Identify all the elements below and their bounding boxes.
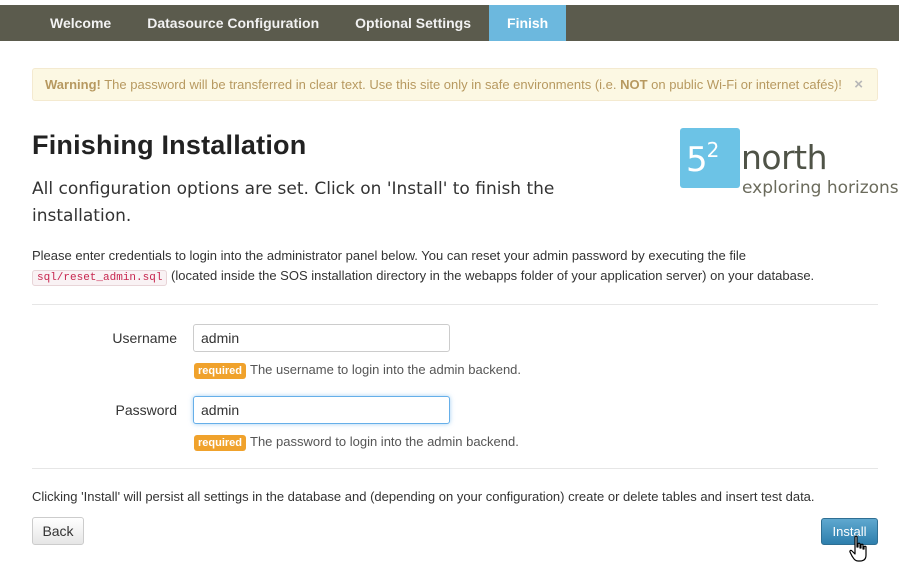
close-icon[interactable]: × bbox=[854, 69, 863, 100]
tab-welcome[interactable]: Welcome bbox=[32, 5, 129, 41]
warning-text-1: The password will be transferred in clea… bbox=[100, 77, 621, 92]
logo-word: north bbox=[741, 138, 828, 177]
username-input[interactable] bbox=[193, 324, 450, 352]
back-button[interactable]: Back bbox=[32, 517, 84, 545]
tab-optional-settings[interactable]: Optional Settings bbox=[337, 5, 489, 41]
divider bbox=[32, 304, 878, 305]
hand-cursor-icon bbox=[849, 535, 867, 562]
password-input[interactable] bbox=[193, 396, 450, 424]
password-label: Password bbox=[115, 402, 177, 418]
install-note: Clicking 'Install' will persist all sett… bbox=[32, 489, 815, 504]
logo-tagline: exploring horizons bbox=[742, 178, 899, 198]
divider bbox=[32, 468, 878, 469]
reset-admin-file: sql/reset_admin.sql bbox=[32, 270, 168, 286]
required-badge: required bbox=[194, 363, 247, 379]
username-help: required The username to login into the a… bbox=[194, 362, 521, 379]
page-title: Finishing Installation bbox=[32, 130, 307, 160]
page-subtitle: All configuration options are set. Click… bbox=[32, 179, 555, 226]
warning-text-2: on public Wi-Fi or internet cafés)! bbox=[647, 77, 842, 92]
logo-number: 52 bbox=[686, 138, 719, 180]
52north-logo: 52 north exploring horizons bbox=[680, 128, 899, 200]
tab-finish[interactable]: Finish bbox=[489, 5, 567, 41]
password-help: required The password to login into the a… bbox=[194, 434, 519, 451]
tab-datasource-configuration[interactable]: Datasource Configuration bbox=[129, 5, 337, 41]
warning-alert: Warning! The password will be transferre… bbox=[32, 68, 878, 101]
required-badge: required bbox=[194, 435, 247, 451]
warning-not: NOT bbox=[620, 77, 648, 92]
username-label: Username bbox=[112, 330, 177, 346]
wizard-nav: Welcome Datasource Configuration Optiona… bbox=[0, 5, 899, 41]
warning-strong: Warning! bbox=[45, 77, 101, 92]
intro-text: Please enter credentials to login into t… bbox=[32, 248, 815, 286]
